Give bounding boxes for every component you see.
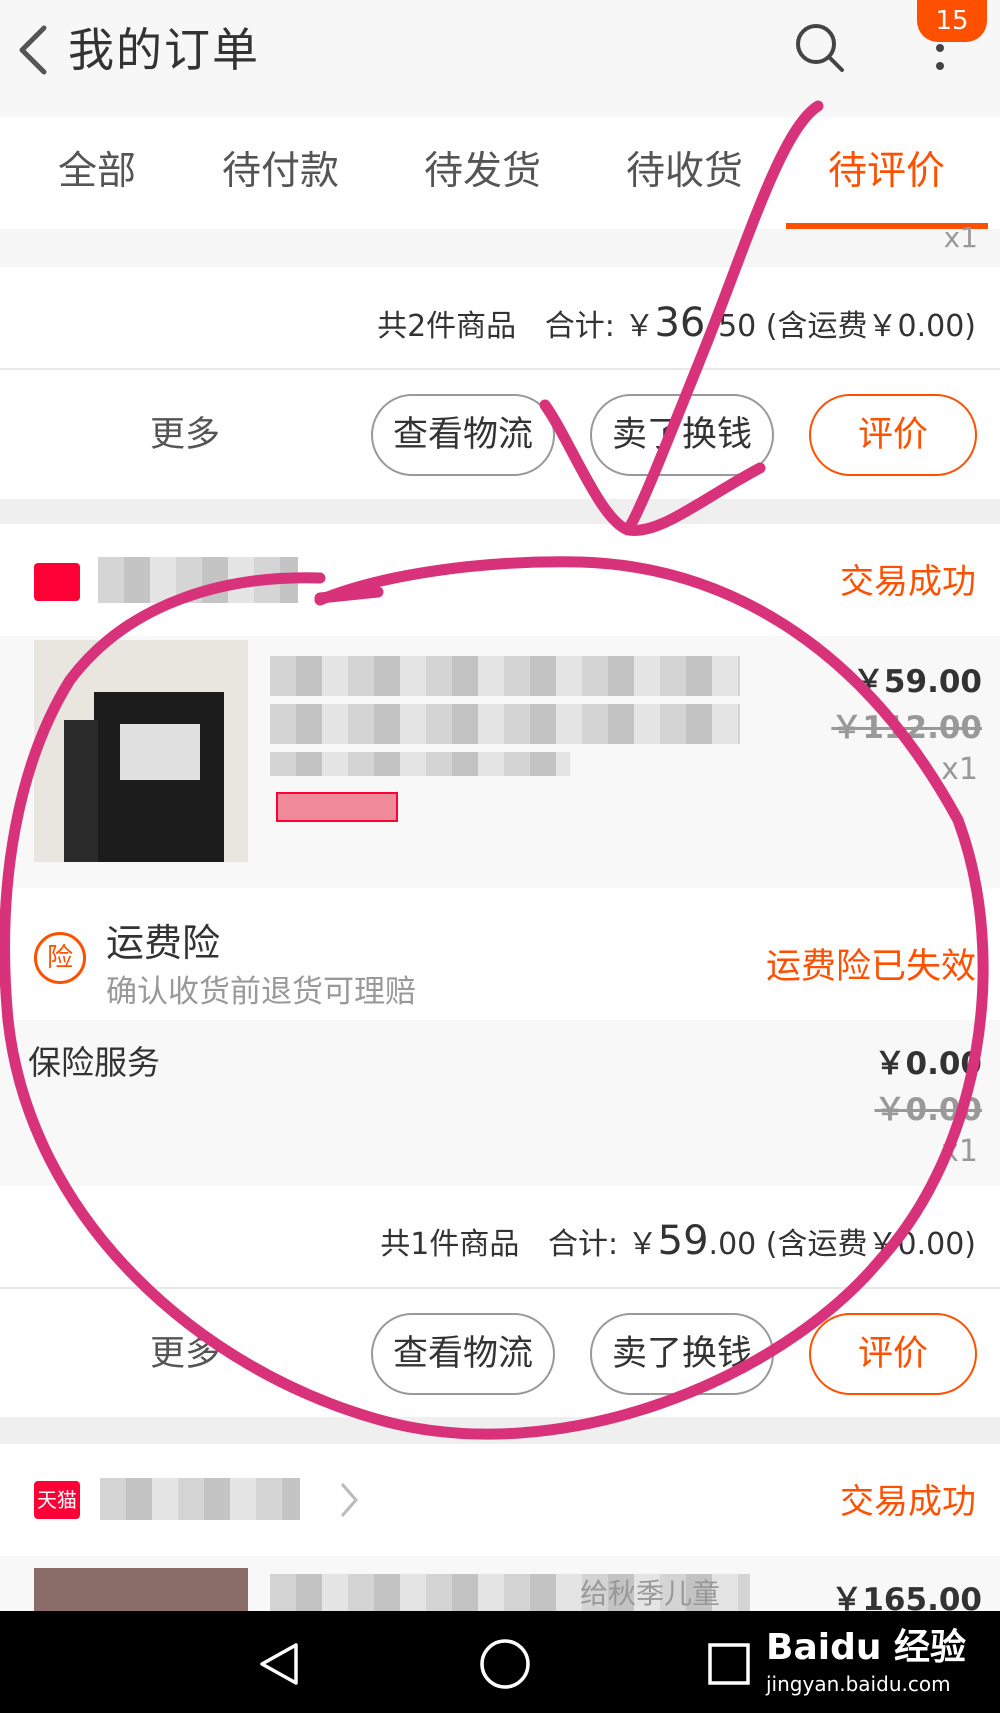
watermark-url: jingyan.baidu.com <box>766 1672 951 1696</box>
product-sku-blurred <box>270 752 570 776</box>
order-tabs: 全部 待付款 待发货 待收货 待评价 <box>0 117 1000 229</box>
tab-pending-shipment[interactable]: 待发货 <box>424 147 541 197</box>
total-label: 合计: ￥ <box>547 1227 658 1262</box>
service-original-price: ￥0.00 <box>874 1092 983 1128</box>
tmall-logo-icon <box>34 563 80 601</box>
tab-all[interactable]: 全部 <box>58 147 136 197</box>
promo-tag <box>276 792 398 822</box>
product-image[interactable] <box>34 640 248 862</box>
product-image[interactable] <box>34 1568 248 1611</box>
insurance-title: 运费险 <box>106 921 221 965</box>
product-original-price: ￥112.00 <box>831 710 982 746</box>
notification-badge[interactable]: 15 <box>917 0 987 42</box>
insurance-icon: 险 <box>34 932 86 984</box>
shipping-note: (含运费￥0.00) <box>756 1227 976 1262</box>
insurance-status: 运费险已失效 <box>765 947 976 987</box>
divider <box>0 1287 1000 1289</box>
back-arrow-icon[interactable] <box>10 22 58 78</box>
tab-pending-review[interactable]: 待评价 <box>828 147 945 197</box>
product-quantity: x1 <box>941 752 978 787</box>
total-decimal: .00 <box>708 1227 757 1262</box>
total-label: 合计: ￥ <box>544 309 655 344</box>
service-quantity: x1 <box>941 1134 978 1169</box>
divider <box>0 368 1000 370</box>
tab-pending-receipt[interactable]: 待收货 <box>626 147 743 197</box>
page-title: 我的订单 <box>68 23 260 77</box>
view-logistics-button[interactable]: 查看物流 <box>371 394 555 476</box>
service-label: 保险服务 <box>28 1043 160 1082</box>
jacket-print <box>120 724 200 780</box>
review-button[interactable]: 评价 <box>809 1313 977 1395</box>
product-title-fragment: 给秋季儿童 <box>580 1577 721 1610</box>
home-circle-icon[interactable] <box>478 1637 532 1691</box>
search-icon[interactable] <box>792 20 848 76</box>
tmall-logo-icon: 天猫 <box>34 1481 80 1519</box>
review-button[interactable]: 评价 <box>809 394 977 476</box>
shipping-note: (含运费￥0.00) <box>756 309 976 344</box>
app-header: 我的订单 15 <box>0 0 1000 117</box>
service-price: ￥0.00 <box>874 1046 983 1082</box>
more-button[interactable]: 更多 <box>150 1313 220 1395</box>
order-status: 交易成功 <box>840 562 976 602</box>
order-status: 交易成功 <box>840 1482 976 1522</box>
watermark-brand: Baidu 经验 <box>766 1627 967 1668</box>
item-count: 共2件商品 <box>377 309 517 344</box>
total-integer: 36. <box>654 300 719 346</box>
total-decimal: 50 <box>718 309 757 344</box>
product-title-blurred[interactable] <box>270 656 740 696</box>
sell-button[interactable]: 卖了换钱 <box>590 394 774 476</box>
order-summary: 共1件商品 合计: ￥59.00 (含运费￥0.00) <box>380 1218 976 1268</box>
product-price: ￥59.00 <box>852 664 982 700</box>
jacket-sleeve <box>64 720 98 862</box>
shop-name-blurred[interactable] <box>98 557 298 603</box>
insurance-subtitle: 确认收货前退货可理赔 <box>106 974 416 1010</box>
back-triangle-icon[interactable] <box>254 1639 304 1689</box>
total-integer: 59 <box>657 1218 709 1264</box>
shop-name-blurred[interactable] <box>100 1478 300 1520</box>
more-button[interactable]: 更多 <box>150 394 220 476</box>
item-quantity: x1 <box>943 221 978 254</box>
view-logistics-button[interactable]: 查看物流 <box>371 1313 555 1395</box>
product-title-blurred[interactable] <box>270 704 740 744</box>
order-summary: 共2件商品 合计: ￥36.50 (含运费￥0.00) <box>377 300 976 350</box>
item-count: 共1件商品 <box>380 1227 520 1262</box>
recent-apps-square-icon[interactable] <box>706 1641 752 1687</box>
chevron-right-icon[interactable] <box>334 1480 364 1520</box>
product-strip <box>0 229 1000 267</box>
sell-button[interactable]: 卖了换钱 <box>590 1313 774 1395</box>
tab-pending-payment[interactable]: 待付款 <box>222 147 339 197</box>
baidu-watermark: Baidu 经验 jingyan.baidu.com <box>766 1618 966 1696</box>
